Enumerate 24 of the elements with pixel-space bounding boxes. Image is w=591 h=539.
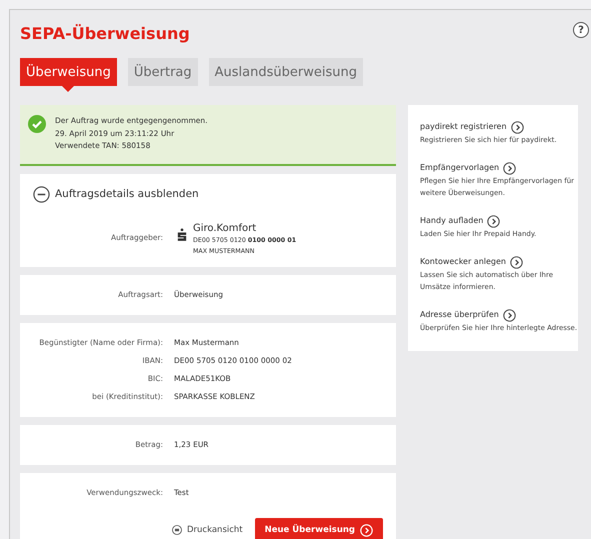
tab-pointer: [62, 86, 74, 92]
chevron-circle-icon: [502, 308, 516, 322]
sidebar-link[interactable]: paydirekt registrieren: [420, 120, 524, 134]
sidebar-link[interactable]: Adresse überprüfen: [420, 308, 516, 322]
printer-icon: [172, 525, 182, 535]
sidebar-link[interactable]: Kontowecker anlegen: [420, 255, 523, 269]
page-title: SEPA-Überweisung: [20, 23, 190, 45]
account-name: Giro.Komfort: [193, 222, 258, 234]
minus-circle-icon: [33, 186, 50, 202]
chevron-circle-icon: [510, 256, 523, 268]
chevron-circle-icon: [360, 524, 373, 536]
chevron-circle-icon: [510, 120, 524, 134]
sidebar-link[interactable]: Empfängervorlagen: [420, 161, 516, 175]
print-view-link[interactable]: Druckansicht: [172, 525, 243, 535]
chevron-circle-icon: [503, 162, 516, 174]
tab[interactable]: Übertrag: [128, 58, 198, 86]
new-transfer-button[interactable]: Neue Überweisung: [254, 518, 383, 539]
checkmark-icon: [28, 115, 46, 133]
sidebar-link[interactable]: Handy aufladen: [420, 214, 500, 228]
details-toggle[interactable]: Auftragsdetails ausblenden: [33, 186, 199, 202]
help-button[interactable]: ?: [573, 22, 589, 38]
bank-logo-icon: [177, 228, 187, 242]
tab[interactable]: Auslandsüberweisung: [208, 58, 363, 86]
chevron-circle-icon: [487, 214, 500, 228]
